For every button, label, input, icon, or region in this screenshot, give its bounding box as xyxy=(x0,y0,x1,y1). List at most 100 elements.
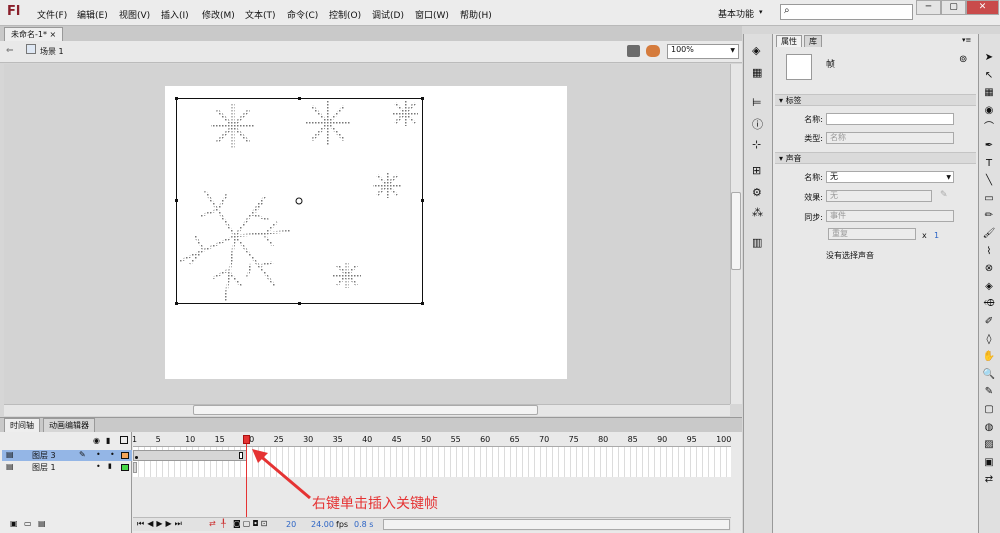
minimize-button[interactable]: ─ xyxy=(916,0,941,15)
menu-debug[interactable]: 调试(D) xyxy=(372,8,404,21)
tool-button[interactable]: ⬲ xyxy=(979,296,999,312)
tab-motion-editor[interactable]: 动画编辑器 xyxy=(43,418,95,432)
center-frame-icon[interactable]: ╀ xyxy=(221,519,226,528)
tool-button[interactable]: 🔍 xyxy=(979,367,999,383)
frame-rate[interactable]: 24.00 xyxy=(311,520,334,529)
panel-menu-icon[interactable]: ▾≡ xyxy=(962,36,971,44)
tool-button[interactable]: ✏ xyxy=(979,208,999,224)
frame-ruler[interactable]: 1510152025303540455055606570758085909510… xyxy=(132,432,731,447)
menu-control[interactable]: 控制(O) xyxy=(329,8,361,21)
edit-symbols-icon[interactable] xyxy=(646,45,660,57)
tool-button[interactable]: ✒ xyxy=(979,138,999,154)
tool-button[interactable]: ◊ xyxy=(979,332,999,348)
components-icon[interactable]: ⚙ xyxy=(752,186,762,199)
menu-view[interactable]: 视图(V) xyxy=(119,8,150,21)
layer-outline-color[interactable] xyxy=(121,464,129,471)
swatches-icon[interactable]: ▦ xyxy=(752,66,762,79)
layer-row[interactable]: ▤ 图层 1 • ▮ xyxy=(2,462,132,473)
history-icon[interactable]: ▥ xyxy=(752,236,762,249)
motion-presets-icon[interactable]: ⁂ xyxy=(752,206,763,219)
tool-button[interactable]: ✋ xyxy=(979,349,999,365)
back-arrow-icon[interactable]: ⇐ xyxy=(6,46,14,56)
tool-button[interactable]: T xyxy=(979,156,999,172)
keyframe-dot[interactable] xyxy=(135,456,138,459)
eye-icon[interactable]: ◉ xyxy=(93,436,100,445)
sync-select[interactable]: 事件 xyxy=(826,210,954,222)
frame-name-input[interactable] xyxy=(826,113,954,125)
layer-1-keyframe[interactable] xyxy=(133,462,137,473)
edit-envelope-icon[interactable]: ✎ xyxy=(940,190,948,200)
edit-scene-icon[interactable] xyxy=(627,45,640,57)
info-icon[interactable]: ⓘ xyxy=(752,116,763,132)
close-icon[interactable]: × xyxy=(50,30,57,39)
tool-button[interactable]: ⊗ xyxy=(979,261,999,277)
repeat-count[interactable]: 1 xyxy=(934,231,939,240)
document-tab[interactable]: 未命名-1* × xyxy=(4,27,64,41)
menu-window[interactable]: 窗口(W) xyxy=(415,8,449,21)
tool-button[interactable]: ◈ xyxy=(979,279,999,295)
menu-insert[interactable]: 插入(I) xyxy=(161,8,189,21)
snowflake-artwork[interactable] xyxy=(165,86,567,379)
section-sound[interactable]: ▾ 声音 xyxy=(775,152,976,164)
horizontal-scroll-thumb[interactable] xyxy=(193,405,538,415)
code-snippets-icon[interactable]: ⊞ xyxy=(752,164,761,177)
tool-button[interactable]: ◍ xyxy=(979,420,999,436)
search-input[interactable] xyxy=(780,4,913,20)
layer-outline-color[interactable] xyxy=(121,452,129,459)
outline-icon[interactable] xyxy=(120,436,128,444)
tool-button[interactable]: ▨ xyxy=(979,437,999,453)
tool-button[interactable]: ╲ xyxy=(979,173,999,189)
zoom-select[interactable]: 100% ▼ xyxy=(667,44,739,59)
lock-icon[interactable]: ▮ xyxy=(106,436,110,445)
tool-button[interactable]: 🖌 xyxy=(979,226,999,242)
timeline-horizontal-scrollbar[interactable] xyxy=(383,519,730,530)
help-icon[interactable]: ⊚ xyxy=(959,54,967,65)
workspace-switcher[interactable]: 基本功能 xyxy=(718,7,754,20)
menu-modify[interactable]: 修改(M) xyxy=(202,8,235,21)
layer-name: 图层 3 xyxy=(32,451,56,460)
loop-icon[interactable]: ⇄ xyxy=(209,519,216,528)
tab-timeline[interactable]: 时间轴 xyxy=(4,418,40,432)
menu-text[interactable]: 文本(T) xyxy=(245,8,276,21)
menu-help[interactable]: 帮助(H) xyxy=(460,8,492,21)
tab-library[interactable]: 库 xyxy=(804,35,822,47)
close-button[interactable]: ✕ xyxy=(966,0,999,15)
new-folder-icon[interactable]: ▭ xyxy=(24,519,32,528)
tool-button[interactable]: ⌇ xyxy=(979,244,999,260)
current-frame[interactable]: 20 xyxy=(286,520,296,529)
onion-skin-icons[interactable]: ◙▢◘⊡ xyxy=(233,519,269,528)
tool-button[interactable]: ↖ xyxy=(979,68,999,84)
tool-button[interactable]: ▦ xyxy=(979,85,999,101)
playback-controls[interactable]: ⏮◀▶▶⏭ xyxy=(137,519,185,529)
menu-edit[interactable]: 编辑(E) xyxy=(77,8,108,21)
tab-properties[interactable]: 属性 xyxy=(776,35,802,47)
label-type-select[interactable]: 名称 xyxy=(826,132,954,144)
tool-button[interactable]: ✎ xyxy=(979,384,999,400)
layer-3-frame-span[interactable] xyxy=(133,450,247,461)
sound-name-select[interactable]: 无 ▼ xyxy=(826,171,954,183)
layer-row[interactable]: ▤ 图层 3 ✎ • • xyxy=(2,450,132,461)
restore-button[interactable]: ▢ xyxy=(941,0,966,15)
vertical-scroll-thumb[interactable] xyxy=(731,192,741,270)
align-icon[interactable]: ⊨ xyxy=(752,96,762,109)
tool-button[interactable]: ➤ xyxy=(979,50,999,66)
effect-select[interactable]: 无 xyxy=(826,190,932,202)
tool-button[interactable]: ▣ xyxy=(979,455,999,471)
tool-button[interactable]: ⇄ xyxy=(979,472,999,488)
new-layer-icon[interactable]: ▣ xyxy=(10,519,18,528)
tool-button[interactable]: ◉ xyxy=(979,103,999,119)
chevron-down-icon[interactable]: ▾ xyxy=(759,8,763,16)
tool-button[interactable]: ▢ xyxy=(979,402,999,418)
tool-button[interactable]: ▭ xyxy=(979,191,999,207)
transform-icon[interactable]: ⊹ xyxy=(752,138,761,151)
delete-layer-icon[interactable]: ▤ xyxy=(38,519,46,528)
tool-button[interactable]: ⌒ xyxy=(979,120,999,136)
menu-file[interactable]: 文件(F) xyxy=(37,8,67,21)
transform-pivot[interactable] xyxy=(295,197,303,205)
tool-button[interactable]: ✐ xyxy=(979,314,999,330)
lock-icon[interactable]: ▮ xyxy=(108,462,112,470)
color-swatches-icon[interactable]: ◈ xyxy=(752,44,760,57)
repeat-select[interactable]: 重复 xyxy=(828,228,916,240)
menu-commands[interactable]: 命令(C) xyxy=(287,8,318,21)
section-label[interactable]: ▾ 标签 xyxy=(775,94,976,106)
